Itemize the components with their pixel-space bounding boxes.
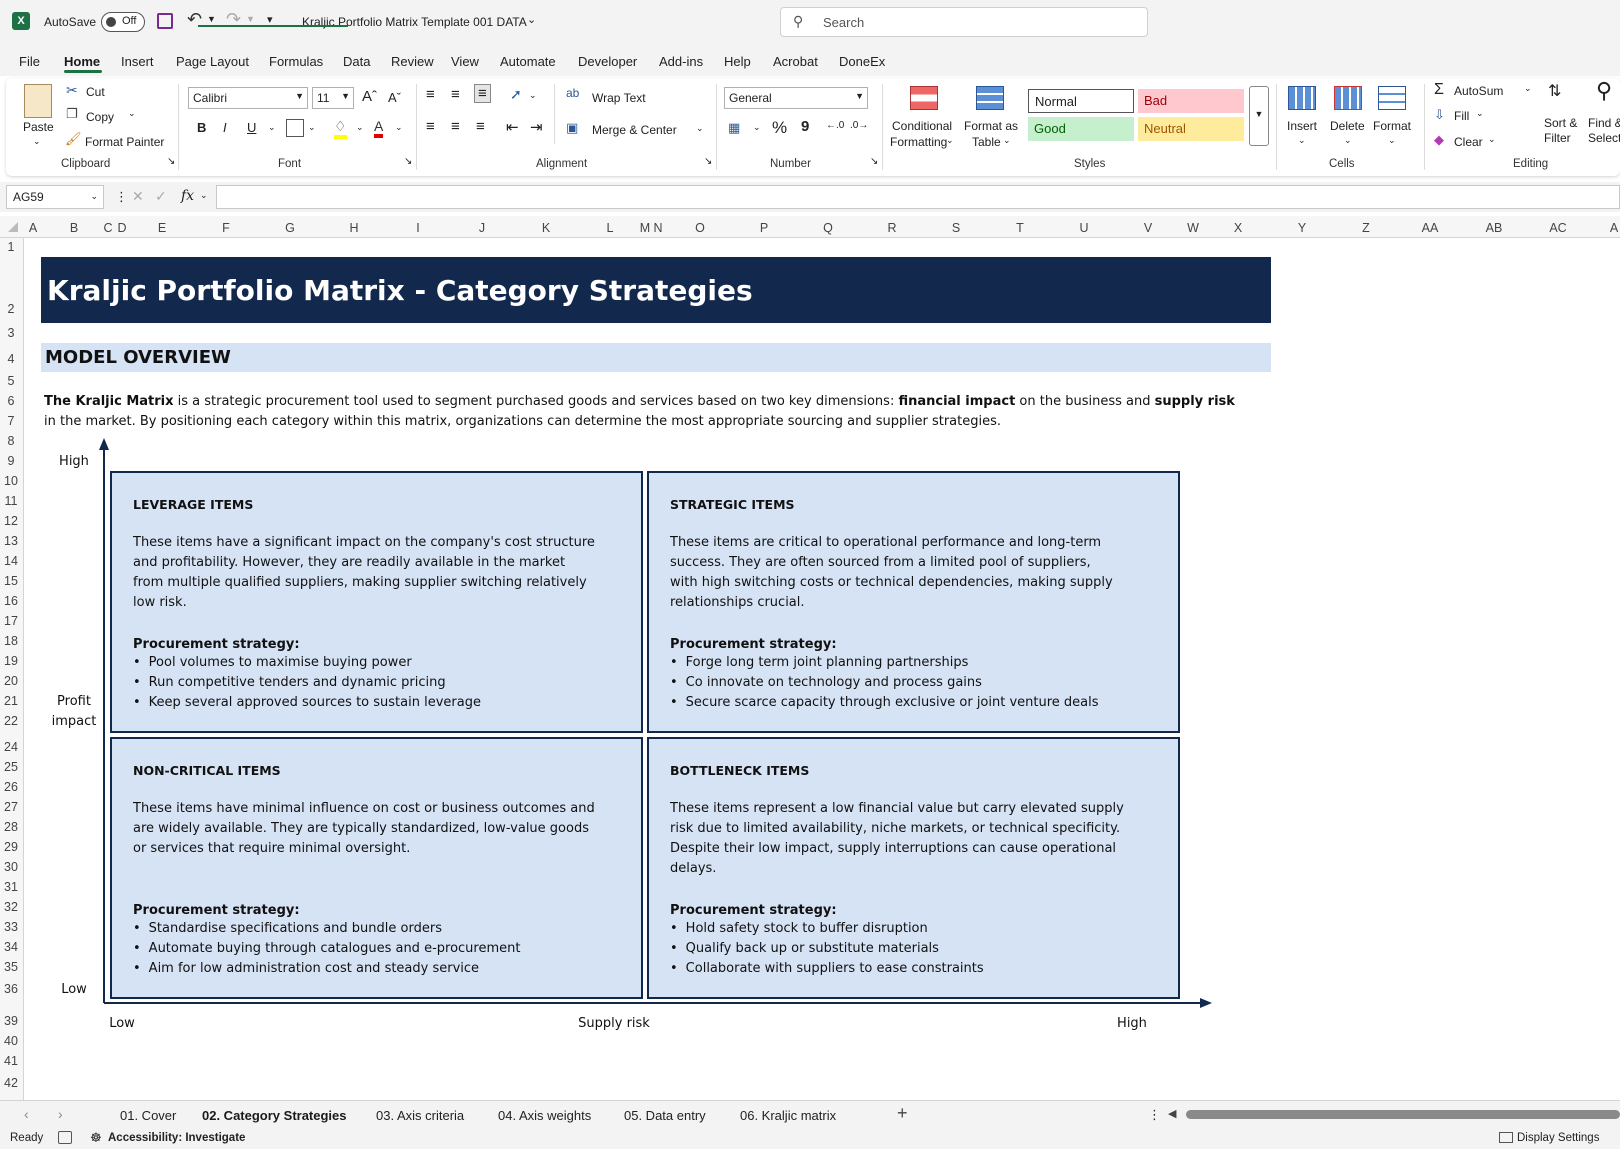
display-settings-button[interactable]: Display Settings [1517, 1132, 1599, 1144]
x-axis-low-label[interactable]: Low [104, 1016, 140, 1031]
y-axis-high-label[interactable]: High [54, 454, 94, 469]
description-line: risk due to limited availability, niche … [670, 821, 1121, 836]
quadrant-description: These items are critical to operational … [670, 533, 1113, 613]
description-line: success. They are often sourced from a l… [670, 555, 1091, 570]
x-axis-title[interactable]: Supply risk [564, 1016, 664, 1031]
display-settings-icon[interactable] [1499, 1132, 1513, 1143]
list-item: Qualify back up or substitute materials [670, 939, 984, 959]
quadrant-title: NON-CRITICAL ITEMS [133, 763, 281, 778]
sheet-tab-axis-criteria[interactable]: 03. Axis criteria [376, 1108, 464, 1123]
scroll-tabs-right-icon[interactable]: › [58, 1106, 63, 1122]
list-item: Run competitive tenders and dynamic pric… [133, 673, 481, 693]
hscroll-left-icon[interactable]: ◀ [1168, 1107, 1176, 1120]
list-item: Secure scarce capacity through exclusive… [670, 693, 1099, 713]
status-bar: Ready ☸ Accessibility: Investigate Displ… [0, 1128, 1620, 1149]
more-sheets-icon[interactable]: ⋮ [1148, 1107, 1161, 1123]
active-sheet-indicator [198, 25, 348, 27]
description-line: delays. [670, 861, 717, 876]
list-item: Keep several approved sources to sustain… [133, 693, 481, 713]
leverage-quadrant[interactable]: LEVERAGE ITEMS These items have a signif… [110, 471, 643, 733]
list-item: Aim for low administration cost and stea… [133, 959, 520, 979]
strategy-label: Procurement strategy: [670, 637, 837, 652]
quadrant-description: These items have a significant impact on… [133, 533, 595, 613]
quadrant-title: STRATEGIC ITEMS [670, 497, 795, 512]
horizontal-scrollbar[interactable] [1186, 1110, 1620, 1119]
y-axis-arrow-icon [99, 438, 109, 450]
quadrant-description: These items represent a low financial va… [670, 799, 1124, 879]
strategy-label: Procurement strategy: [133, 637, 300, 652]
strategy-list: Hold safety stock to buffer disruption Q… [670, 919, 984, 979]
sheet-tab-category-strategies[interactable]: 02. Category Strategies [202, 1108, 347, 1123]
sheet-tab-data-entry[interactable]: 05. Data entry [624, 1108, 706, 1123]
x-axis-high-label[interactable]: High [1112, 1016, 1152, 1031]
description-line: low risk. [133, 595, 187, 610]
list-item: Forge long term joint planning partnersh… [670, 653, 1099, 673]
quadrant-title: LEVERAGE ITEMS [133, 497, 254, 512]
sheet-tab-kraljic-matrix[interactable]: 06. Kraljic matrix [740, 1108, 836, 1123]
status-ready: Ready [10, 1132, 44, 1144]
strategy-list: Forge long term joint planning partnersh… [670, 653, 1099, 713]
macro-record-icon[interactable] [58, 1131, 72, 1144]
strategy-list: Pool volumes to maximise buying power Ru… [133, 653, 481, 713]
list-item: Standardise specifications and bundle or… [133, 919, 520, 939]
description-line: relationships crucial. [670, 595, 805, 610]
list-item: Collaborate with suppliers to ease const… [670, 959, 984, 979]
quadrant-description: These items have minimal influence on co… [133, 799, 595, 859]
sheet-tabs-bar: ‹ › 01. Cover 02. Category Strategies 03… [0, 1100, 1620, 1128]
add-sheet-icon[interactable]: + [897, 1103, 908, 1124]
description-line: These items have minimal influence on co… [133, 801, 595, 816]
list-item: Automate buying through catalogues and e… [133, 939, 521, 959]
accessibility-status[interactable]: Accessibility: Investigate [108, 1132, 245, 1144]
strategic-quadrant[interactable]: STRATEGIC ITEMS These items are critical… [647, 471, 1180, 733]
description-line: from multiple qualified suppliers, makin… [133, 575, 587, 590]
accessibility-icon[interactable]: ☸ [90, 1130, 102, 1146]
description-line: with high switching costs or technical d… [670, 575, 1113, 590]
strategy-list: Standardise specifications and bundle or… [133, 919, 521, 979]
sheet-tab-cover[interactable]: 01. Cover [120, 1108, 176, 1123]
description-line: or services that require minimal oversig… [133, 841, 411, 856]
description-line: are widely available. They are typically… [133, 821, 589, 836]
list-item: Co innovate on technology and process ga… [670, 673, 1099, 693]
description-line: These items are critical to operational … [670, 535, 1102, 550]
description-line: Despite their low impact, supply interru… [670, 841, 1117, 856]
quadrant-title: BOTTLENECK ITEMS [670, 763, 810, 778]
x-axis-arrow-icon [1200, 998, 1212, 1008]
scroll-tabs-left-icon[interactable]: ‹ [24, 1106, 29, 1122]
non-critical-quadrant[interactable]: NON-CRITICAL ITEMS These items have mini… [110, 737, 643, 999]
bottleneck-quadrant[interactable]: BOTTLENECK ITEMS These items represent a… [647, 737, 1180, 999]
y-axis-title-line1[interactable]: Profit [48, 694, 100, 709]
description-line: These items have a significant impact on… [133, 535, 595, 550]
list-item: Hold safety stock to buffer disruption [670, 919, 984, 939]
sheet-tab-axis-weights[interactable]: 04. Axis weights [498, 1108, 591, 1123]
description-line: and profitability. However, they are rea… [133, 555, 566, 570]
list-item: Pool volumes to maximise buying power [133, 653, 481, 673]
strategy-label: Procurement strategy: [133, 903, 300, 918]
y-axis-title-line2[interactable]: impact [48, 714, 100, 729]
strategy-label: Procurement strategy: [670, 903, 837, 918]
y-axis-low-label[interactable]: Low [54, 982, 94, 997]
description-line: These items represent a low financial va… [670, 801, 1124, 816]
